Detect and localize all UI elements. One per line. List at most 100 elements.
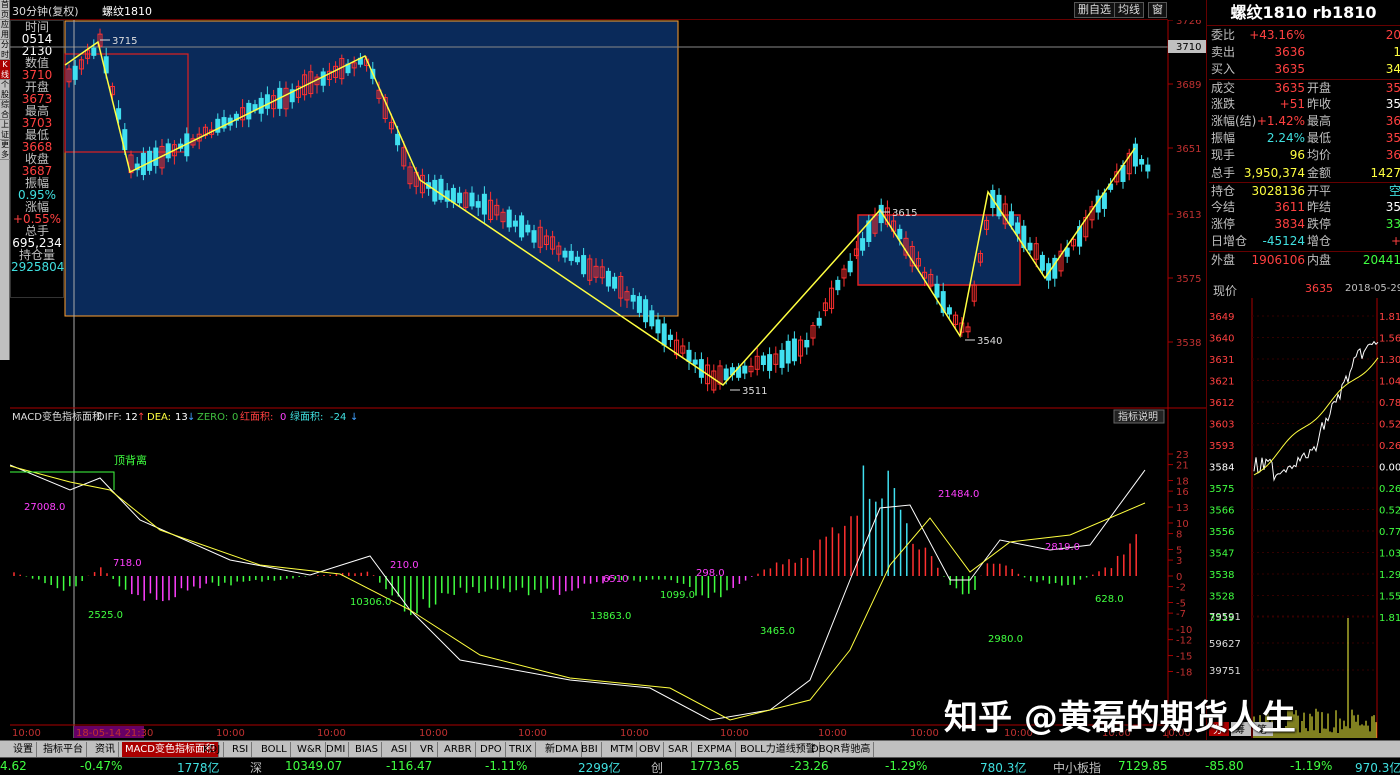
macd-y-tick: 13 bbox=[1176, 503, 1189, 514]
indicator-tab[interactable]: DMI bbox=[323, 742, 350, 757]
left-tool-3[interactable]: K线图 bbox=[0, 60, 10, 80]
indicator-tab[interactable]: EXPMA bbox=[694, 742, 736, 757]
quote-label: 成交 bbox=[1211, 80, 1236, 95]
quote-value: 33 bbox=[1385, 217, 1400, 232]
moving-average-button[interactable]: 均线 bbox=[1114, 2, 1144, 18]
y-tick-label: 3575 bbox=[1176, 274, 1201, 285]
quote-label: 昨结 bbox=[1307, 200, 1332, 214]
macd-area-label: 27008.0 bbox=[24, 502, 65, 513]
candle-body bbox=[1145, 164, 1151, 172]
quote-label: 开平 bbox=[1307, 183, 1332, 198]
quote-row: 涨幅(结) +1.42% 最高 36 bbox=[1209, 113, 1400, 130]
left-tool-2[interactable]: 分时图 bbox=[0, 40, 10, 60]
quote-label: 金额 bbox=[1307, 165, 1332, 180]
quote-row: 涨跌 +51 昨收 35 bbox=[1209, 96, 1400, 113]
left-tool-5[interactable]: 综合排名 bbox=[0, 100, 10, 120]
indicator-tab[interactable]: BOLL bbox=[258, 742, 291, 757]
chart-header: 30分钟(复权) 螺纹1810 删自选 均线 窗 bbox=[10, 0, 1168, 20]
candle-body bbox=[661, 323, 667, 346]
watermark: 知乎 @黄磊的期货人生 bbox=[944, 698, 1296, 738]
period-label[interactable]: 30分钟(复权) bbox=[12, 3, 79, 19]
mini-price-tick: 3556 bbox=[1209, 527, 1234, 538]
candle-body bbox=[804, 339, 810, 348]
y-tick-label: 3726 bbox=[1176, 20, 1201, 27]
indicator-tab[interactable]: 新DMA bbox=[542, 742, 583, 757]
quote-label: 买入 bbox=[1211, 62, 1236, 77]
macd-y-tick: -12 bbox=[1176, 636, 1192, 647]
indicator-tab[interactable]: 资讯 bbox=[92, 742, 119, 757]
candle-body bbox=[649, 310, 655, 327]
mini-pct-tick: 0.26% bbox=[1379, 484, 1400, 495]
status-item: 7129.85 bbox=[1118, 759, 1168, 773]
kline-chart[interactable]: 3726371036893651361335753538371037153511… bbox=[10, 20, 1206, 740]
quote-row: 委比 +43.16% 20 bbox=[1209, 27, 1400, 44]
mini-pct-tick: 0.00% bbox=[1379, 463, 1400, 474]
current-date: 2018-05-29, bbox=[1345, 283, 1400, 294]
macd-header-item: 12 bbox=[125, 412, 138, 423]
candle-body bbox=[835, 279, 841, 291]
macd-y-tick: 18 bbox=[1176, 477, 1189, 488]
indicator-tab[interactable]: KDJ bbox=[200, 742, 225, 757]
quote-label: 持仓 bbox=[1211, 183, 1236, 198]
indicator-tab[interactable]: BIAS bbox=[352, 742, 382, 757]
left-toolbar: 首页应用分时图K线图个股资料综合排名上证指数更多 bbox=[0, 0, 10, 360]
candle-body bbox=[512, 220, 518, 227]
candle-body bbox=[1027, 242, 1033, 251]
intraday-chart[interactable]: 3649 3640 3631 3621 3612 3603 3593 3584 3575 3566… bbox=[1207, 280, 1400, 740]
indicator-tab[interactable]: ASI bbox=[388, 742, 412, 757]
candle-body bbox=[698, 359, 704, 378]
macd-help-button[interactable]: 指标说明 bbox=[1118, 410, 1158, 423]
quote-value: 3,950,374 bbox=[1243, 165, 1305, 180]
indicator-tab[interactable]: SAR bbox=[665, 742, 693, 757]
indicator-tab[interactable]: TRIX bbox=[506, 742, 536, 757]
indicator-tab[interactable]: 指标平台 bbox=[40, 742, 87, 757]
status-item: -23.26 bbox=[790, 759, 829, 773]
mini-price-tick: 39751 bbox=[1209, 666, 1241, 677]
delete-watchlist-button[interactable]: 删自选 bbox=[1074, 2, 1115, 18]
status-item: 1778亿 bbox=[177, 761, 220, 775]
time-label: 10:00 bbox=[910, 728, 939, 739]
price-mark: 3540 bbox=[977, 336, 1002, 347]
dea-line bbox=[10, 465, 1146, 721]
candle-body bbox=[481, 193, 487, 215]
left-tool-4[interactable]: 个股资料 bbox=[0, 80, 10, 100]
candle-body bbox=[791, 338, 797, 362]
left-tool-1[interactable]: 应用 bbox=[0, 20, 10, 40]
indicator-tab[interactable]: DPO bbox=[477, 742, 506, 757]
macd-header-item: 绿面积: bbox=[290, 410, 323, 423]
status-item: 中小板指 bbox=[1053, 761, 1102, 775]
quote-value: 3635 bbox=[1274, 62, 1305, 77]
current-price-label: 现价 bbox=[1213, 284, 1238, 298]
quote-row: 今结 3611 昨结 35 bbox=[1209, 199, 1400, 216]
quote-value: 3636 bbox=[1274, 45, 1305, 60]
mini-pct-tick: 1.03% bbox=[1379, 549, 1400, 560]
candle-body bbox=[1139, 159, 1145, 165]
macd-header-item: 0 bbox=[280, 412, 286, 423]
quote-value: 35 bbox=[1385, 200, 1400, 214]
quote-label: 涨跌 bbox=[1211, 96, 1236, 111]
left-tool-6[interactable]: 上证指数 bbox=[0, 120, 10, 140]
indicator-tab[interactable]: BBI bbox=[578, 742, 602, 757]
candle-body bbox=[1015, 222, 1021, 234]
indicator-tab[interactable]: RSI bbox=[229, 742, 253, 757]
indicator-tab[interactable]: OBV bbox=[636, 742, 665, 757]
left-tool-7[interactable]: 更多 bbox=[0, 140, 10, 160]
mini-price-tick: 3640 bbox=[1209, 334, 1234, 345]
left-tool-0[interactable]: 首页 bbox=[0, 0, 10, 20]
indicator-tab[interactable]: ARBR bbox=[441, 742, 476, 757]
macd-area-label: 1099.0 bbox=[660, 590, 695, 601]
window-button[interactable]: 窗 bbox=[1148, 2, 1167, 18]
indicator-tab[interactable]: W&R bbox=[294, 742, 326, 757]
indicator-tab[interactable]: 设置 bbox=[10, 742, 37, 757]
indicator-tab[interactable]: MTM bbox=[607, 742, 638, 757]
candle-body bbox=[165, 143, 171, 159]
quote-row: 外盘 1906106 内盘 20441 bbox=[1209, 250, 1400, 268]
macd-area-label: 2525.0 bbox=[88, 610, 123, 621]
candle-body bbox=[519, 215, 525, 238]
quote-value: 20441 bbox=[1362, 252, 1400, 267]
indicator-tab[interactable]: VR bbox=[417, 742, 438, 757]
quote-value: 1906106 bbox=[1251, 252, 1305, 267]
candle-body bbox=[1132, 143, 1138, 167]
mini-price-tick: 3584 bbox=[1209, 463, 1234, 474]
indicator-tab[interactable]: DBQR背驰高 bbox=[808, 742, 875, 757]
